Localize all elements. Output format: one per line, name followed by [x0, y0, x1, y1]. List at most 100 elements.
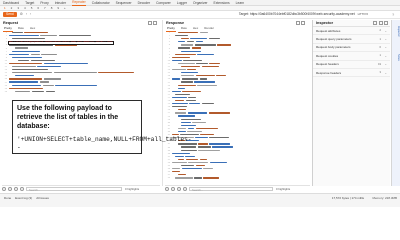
settings-icon[interactable]: [8, 187, 12, 191]
tool-tab-extensions[interactable]: Extensions: [214, 0, 230, 6]
code-text: [209, 161, 228, 164]
repeater-tab-4[interactable]: 4: [24, 6, 26, 11]
tool-tab-comparer[interactable]: Comparer: [156, 0, 171, 6]
repeater-tab-7[interactable]: 7: [44, 6, 46, 11]
inspector-section[interactable]: Response headers 3 ⌄: [313, 69, 390, 78]
repeater-tab-9[interactable]: 9: [57, 6, 59, 11]
back-arrow-icon[interactable]: ‹: [26, 12, 27, 17]
code-text: [172, 78, 181, 80]
inspector-section[interactable]: Request body parameters 0 ⌄: [313, 44, 390, 53]
code-text: [178, 127, 187, 130]
code-text: [24, 31, 48, 34]
tool-tab-organizer[interactable]: Organizer: [193, 0, 207, 6]
code-text: [181, 118, 202, 120]
code-text: [178, 174, 186, 176]
side-tab-strip: Inspector Notes: [391, 20, 400, 186]
inspector-section-label: Request body parameters: [316, 45, 351, 50]
code-text: [172, 56, 190, 58]
tool-tab-sequencer[interactable]: Sequencer: [116, 0, 132, 6]
code-text: [172, 106, 187, 108]
tool-tab-collaborator[interactable]: Collaborator: [92, 0, 110, 6]
split-view-icon[interactable]: [147, 21, 152, 25]
repeater-tab-3[interactable]: 3: [17, 6, 19, 11]
code-text: [178, 115, 195, 117]
repeater-tab-8[interactable]: 8: [51, 6, 53, 11]
inspector-section-count: 19: [378, 62, 381, 66]
target-display[interactable]: Target: https://0a6400b7044ebf0182dbc3b5…: [239, 12, 368, 16]
event-log-link[interactable]: Event log (3): [15, 196, 32, 200]
send-button[interactable]: Send: [3, 12, 17, 17]
code-text: [178, 130, 186, 133]
code-text: [181, 124, 196, 126]
close-icon[interactable]: [384, 21, 388, 25]
code-text: [12, 56, 43, 58]
single-view-icon[interactable]: [301, 21, 305, 25]
code-text: [203, 168, 213, 170]
inspector-section[interactable]: Request headers 19 ⌄: [313, 61, 390, 69]
forward-arrow-icon[interactable]: ›: [30, 12, 31, 17]
single-view-icon[interactable]: [153, 21, 157, 25]
code-text: [15, 47, 28, 49]
code-text: [208, 112, 231, 114]
forward-icon[interactable]: [20, 187, 24, 191]
code-text: [175, 177, 193, 179]
request-search-input[interactable]: Search...: [26, 186, 122, 192]
side-tab-notes[interactable]: Notes: [393, 54, 400, 61]
response-search-input[interactable]: Search...: [189, 186, 273, 192]
repeater-tab-2[interactable]: 2: [11, 6, 13, 11]
request-view-icons: [146, 20, 157, 25]
settings-icon[interactable]: ⚙: [20, 12, 23, 17]
inspector-section-count: 3: [379, 71, 381, 75]
code-text: [195, 41, 204, 43]
repeater-tab-add[interactable]: +: [64, 6, 66, 11]
sql-payload: '+UNION+SELECT+table_name,NULL+FROM+all_…: [17, 136, 192, 152]
help-circle-icon[interactable]: [165, 187, 169, 191]
code-text: [181, 149, 197, 151]
pane-divider[interactable]: [162, 20, 163, 186]
inspector-section-label: Request query parameters: [316, 37, 352, 42]
all-issues-link[interactable]: All issues: [36, 196, 49, 200]
code-text: [172, 96, 187, 99]
split-view-icon[interactable]: [295, 21, 300, 25]
code-text: [178, 84, 196, 86]
target-url[interactable]: Target: https://0a6400b7044ebf0182dbc3b5…: [239, 12, 355, 16]
code-line: 48: [165, 176, 310, 179]
layout-icon[interactable]: [373, 21, 377, 25]
http-version[interactable]: HTTP/2: [358, 12, 368, 16]
code-text: [43, 62, 88, 65]
request-highlight-count: 0 highlights: [125, 187, 140, 191]
code-text: [12, 38, 45, 40]
repeater-tab-6[interactable]: 6: [37, 6, 39, 11]
back-icon[interactable]: [177, 187, 181, 191]
inspector-section[interactable]: Request query parameters 1 ⌄: [313, 35, 390, 44]
code-text: [201, 65, 220, 68]
code-text: [9, 87, 44, 89]
inspector-section-count: 1: [379, 37, 381, 41]
code-text: [194, 177, 202, 179]
inspector-section-count: 0: [379, 45, 381, 49]
code-text: [181, 75, 195, 77]
response-editor[interactable]: 1 2 3 4 5 6 7 8 9 10 11 12 13 14 15 16 17 18 19 20 21 22 23 24 2…: [165, 31, 310, 184]
repeater-tab-1[interactable]: 1: [4, 6, 6, 11]
inspector-section[interactable]: Request cookies 1 ⌄: [313, 52, 390, 61]
code-text: [183, 59, 202, 61]
forward-icon[interactable]: [183, 187, 187, 191]
side-tab-inspector[interactable]: Inspector: [393, 26, 400, 37]
back-icon[interactable]: [14, 187, 18, 191]
settings-icon[interactable]: [171, 187, 175, 191]
settings-icon[interactable]: [378, 21, 383, 25]
request-search-bar: Search... 0 highlights: [2, 185, 160, 192]
code-text: [196, 62, 208, 65]
repeater-tab-5[interactable]: 5: [31, 6, 33, 11]
code-text: [185, 158, 199, 160]
help-circle-icon[interactable]: [2, 187, 6, 191]
tool-tab-decoder[interactable]: Decoder: [138, 0, 150, 6]
code-text: [199, 31, 208, 34]
code-text: [55, 84, 98, 86]
inspector-section[interactable]: Request attributes 2 ⌄: [313, 27, 390, 36]
tool-tab-learn[interactable]: Learn: [236, 0, 244, 6]
inspector-title: Inspector: [316, 21, 334, 25]
tool-tab-logger[interactable]: Logger: [177, 0, 187, 6]
code-text: [182, 90, 201, 92]
help-icon[interactable]: ?: [392, 12, 397, 17]
